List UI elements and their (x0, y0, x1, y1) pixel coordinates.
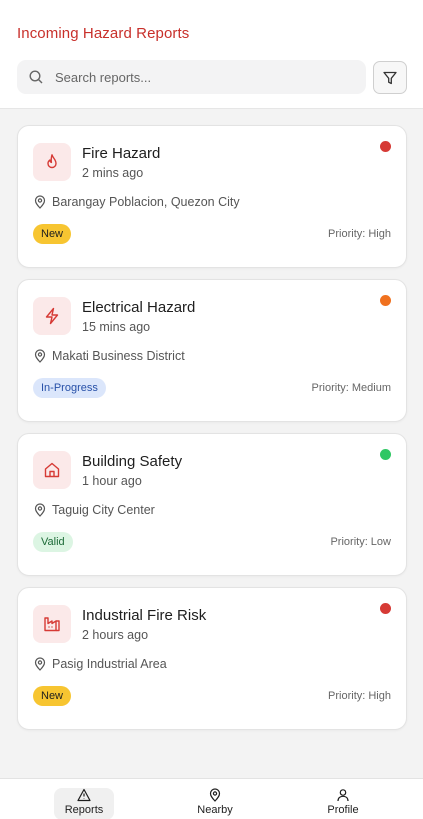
report-title: Fire Hazard (82, 145, 161, 162)
report-icon-box (33, 451, 71, 489)
status-dot (380, 603, 391, 614)
location-pin-icon (33, 503, 47, 517)
status-dot (380, 141, 391, 152)
page-title: Incoming Hazard Reports (17, 25, 190, 42)
user-icon (336, 788, 350, 802)
search-input[interactable] (55, 69, 335, 85)
location-pin-icon (33, 195, 47, 209)
priority-label: Priority: Low (330, 536, 391, 548)
nav-profile-label: Profile (327, 804, 359, 816)
report-time: 2 hours ago (82, 628, 149, 642)
report-location: Barangay Poblacion, Quezon City (33, 195, 240, 209)
report-icon-box (33, 605, 71, 643)
report-card[interactable]: Fire Hazard 2 mins ago Barangay Poblacio… (17, 125, 407, 268)
report-card[interactable]: Industrial Fire Risk 2 hours ago Pasig I… (17, 587, 407, 730)
status-badge: New (33, 686, 72, 706)
report-title: Electrical Hazard (82, 299, 196, 316)
location-pin-icon (33, 349, 47, 363)
report-title: Industrial Fire Risk (82, 607, 207, 624)
location-text: Pasig Industrial Area (52, 657, 167, 671)
nav-nearby-label: Nearby (197, 804, 233, 816)
warning-triangle-icon (77, 788, 91, 802)
status-badge: New (33, 224, 72, 244)
priority-label: Priority: High (328, 228, 391, 240)
report-location: Taguig City Center (33, 503, 155, 517)
location-pin-icon (33, 657, 47, 671)
nav-reports-label: Reports (64, 804, 104, 816)
report-location: Pasig Industrial Area (33, 657, 167, 671)
nav-reports[interactable]: Reports (54, 788, 114, 819)
report-time: 15 mins ago (82, 320, 151, 334)
filter-icon (382, 70, 398, 86)
priority-label: Priority: Medium (311, 382, 391, 394)
report-card[interactable]: Electrical Hazard 15 mins ago Makati Bus… (17, 279, 407, 422)
report-location: Makati Business District (33, 349, 185, 363)
report-time: 1 hour ago (82, 474, 142, 488)
nav-profile[interactable]: Profile (313, 788, 373, 819)
nav-nearby[interactable]: Nearby (185, 788, 245, 819)
factory-icon (43, 615, 61, 633)
flame-icon (43, 153, 61, 171)
status-dot (380, 449, 391, 460)
location-pin-icon (208, 788, 222, 802)
filter-button[interactable] (373, 61, 407, 94)
location-text: Taguig City Center (52, 503, 155, 517)
report-time: 2 mins ago (82, 166, 144, 180)
priority-label: Priority: High (328, 690, 391, 702)
bottom-nav: Reports Nearby Profile (0, 778, 423, 819)
status-dot (380, 295, 391, 306)
status-badge: In-Progress (33, 378, 106, 398)
location-text: Barangay Poblacion, Quezon City (52, 195, 240, 209)
search-bar[interactable] (17, 60, 366, 94)
report-list: Fire Hazard 2 mins ago Barangay Poblacio… (17, 125, 407, 741)
search-icon (28, 69, 44, 85)
location-text: Makati Business District (52, 349, 185, 363)
app-header: Incoming Hazard Reports (0, 0, 423, 109)
lightning-icon (43, 307, 61, 325)
house-icon (43, 461, 61, 479)
report-card[interactable]: Building Safety 1 hour ago Taguig City C… (17, 433, 407, 576)
status-badge: Valid (33, 532, 73, 552)
report-icon-box (33, 297, 71, 335)
report-icon-box (33, 143, 71, 181)
report-title: Building Safety (82, 453, 183, 470)
